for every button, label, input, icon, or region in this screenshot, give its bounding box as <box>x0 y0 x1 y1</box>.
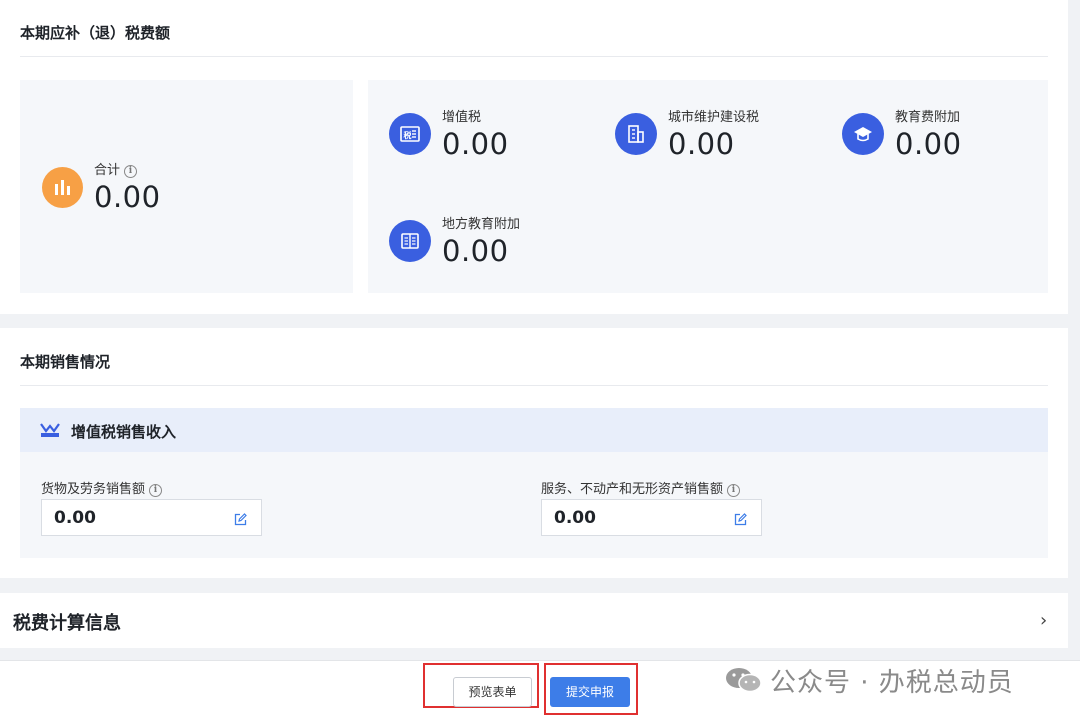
tax-calc-info-row[interactable]: 税费计算信息 › <box>0 593 1068 648</box>
bar-chart-icon <box>42 167 83 208</box>
vat-sales-title: 增值税销售收入 <box>71 423 177 441</box>
sales-section: 本期销售情况 增值税销售收入 货物及劳务销售额 i 0.00 服务、不动产和无形资… <box>0 328 1068 578</box>
total-value: 0.00 <box>94 180 161 214</box>
page-background-gutter <box>1068 0 1080 660</box>
services-sales-label: 服务、不动产和无形资产销售额 i <box>541 478 741 497</box>
info-icon[interactable]: i <box>149 484 163 497</box>
submit-declaration-button[interactable]: 提交申报 <box>550 677 630 707</box>
vat-sales-card: 增值税销售收入 货物及劳务销售额 i 0.00 服务、不动产和无形资产销售额 i 0… <box>20 408 1048 558</box>
goods-sales-label: 货物及劳务销售额 i <box>41 478 163 497</box>
wechat-icon <box>724 666 764 698</box>
edit-icon[interactable] <box>234 511 247 530</box>
vat-sales-header: 增值税销售收入 <box>20 408 1048 452</box>
tax-item-label: 城市维护建设税 <box>668 110 760 125</box>
tax-doc-icon: 税 <box>389 113 431 155</box>
edit-icon[interactable] <box>734 511 747 530</box>
watermark-text: 公众号 · 办税总动员 <box>770 668 1014 698</box>
tax-item-value: 0.00 <box>442 234 509 268</box>
info-icon[interactable]: i <box>124 165 138 178</box>
total-label: 合计 i <box>94 159 138 178</box>
building-icon <box>615 113 657 155</box>
svg-text:税: 税 <box>404 130 412 140</box>
tax-calc-title: 税费计算信息 <box>13 613 121 634</box>
tax-item-label: 教育费附加 <box>895 110 961 125</box>
graduation-cap-icon <box>842 113 884 155</box>
tax-item-value: 0.00 <box>442 127 509 161</box>
total-card: 合计 i 0.00 <box>20 80 353 293</box>
services-sales-field[interactable]: 0.00 <box>541 499 762 536</box>
tax-item-label: 地方教育附加 <box>442 217 521 232</box>
book-icon <box>389 220 431 262</box>
section-title: 本期销售情况 <box>20 353 111 371</box>
tax-item-value: 0.00 <box>895 127 962 161</box>
section-title: 本期应补（退）税费额 <box>20 24 171 42</box>
tax-item-value: 0.00 <box>668 127 735 161</box>
sales-icon <box>40 422 60 442</box>
goods-sales-value: 0.00 <box>54 508 96 528</box>
info-icon[interactable]: i <box>727 484 741 497</box>
chevron-right-icon[interactable]: › <box>1040 610 1047 631</box>
tax-items-card: 税 增值税 0.00 城市维护建设税 0.00 教育费附加 0.00 地方教育附… <box>368 80 1048 293</box>
services-sales-value: 0.00 <box>554 508 596 528</box>
divider <box>20 385 1048 386</box>
preview-form-button[interactable]: 预览表单 <box>453 677 532 707</box>
goods-sales-field[interactable]: 0.00 <box>41 499 262 536</box>
payable-tax-section: 本期应补（退）税费额 合计 i 0.00 税 增值税 0.00 城市维护建设税 … <box>0 0 1068 314</box>
tax-item-label: 增值税 <box>442 110 482 125</box>
divider <box>20 56 1048 57</box>
